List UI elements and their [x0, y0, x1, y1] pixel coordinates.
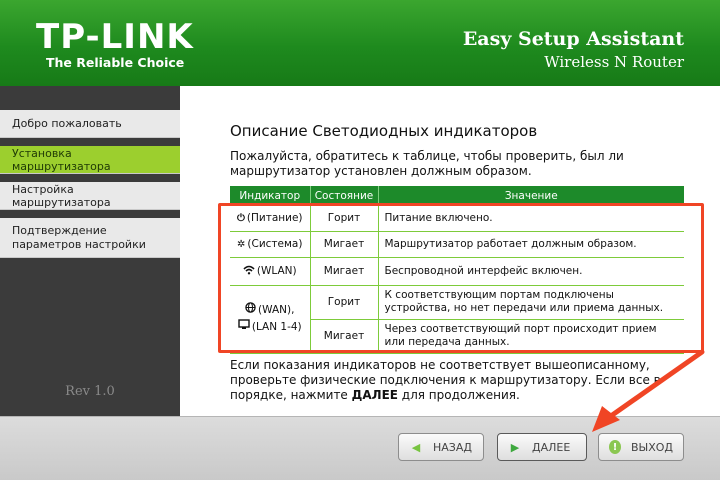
- power-icon: ⏻: [236, 212, 245, 224]
- wan-globe-icon: [245, 302, 256, 319]
- exit-icon: !: [609, 440, 621, 454]
- table-row: ⏻ (Питание) Горит Питание включено.: [230, 205, 684, 232]
- wan-label: (WAN),: [258, 304, 295, 316]
- outro-next-bold: ДАЛЕЕ: [351, 388, 398, 402]
- indicator-label: (Питание): [246, 212, 303, 224]
- sidebar-item-label: Добро пожаловать: [12, 117, 122, 130]
- sidebar: Добро пожаловать Установка маршрутизатор…: [0, 86, 180, 416]
- lan-label: (LAN 1-4): [251, 321, 302, 333]
- brand-tagline: The Reliable Choice: [46, 55, 185, 70]
- indicator-label: (Система): [247, 238, 303, 251]
- table-row: (WLAN) Мигает Беспроводной интерфейс вкл…: [230, 257, 684, 286]
- led-table: Индикатор Состояние Значение ⏻ (Питание)…: [230, 186, 684, 354]
- table-header-row: Индикатор Состояние Значение: [230, 186, 684, 205]
- sidebar-item-router-install[interactable]: Установка маршрутизатора: [0, 146, 180, 174]
- page-title: Описание Светодиодных индикаторов: [230, 122, 538, 140]
- table-row: ✲ (Система) Мигает Маршрутизатор работае…: [230, 231, 684, 258]
- intro-text: Пожалуйста, обратитесь к таблице, чтобы …: [230, 149, 624, 178]
- state-cell: Горит: [310, 285, 379, 320]
- meaning-cell: Питание включено.: [378, 205, 684, 232]
- meaning-cell: К соответствующим портам подключены устр…: [378, 285, 684, 320]
- sidebar-item-label: Подтверждение параметров настройки: [12, 223, 146, 251]
- sidebar-item-label: Настройка маршрутизатора: [12, 182, 111, 209]
- back-arrow-icon: ◀: [411, 440, 421, 454]
- outro-suffix: для продолжения.: [397, 388, 520, 402]
- lan-port-icon: [238, 319, 250, 336]
- state-cell: Мигает: [310, 231, 379, 258]
- exit-button[interactable]: ! ВЫХОД: [598, 433, 684, 461]
- sidebar-item-label: Установка маршрутизатора: [12, 146, 111, 173]
- outro-text: Если показания индикаторов не соответств…: [230, 358, 700, 403]
- next-button-label: ДАЛЕЕ: [532, 440, 571, 454]
- back-button-label: НАЗАД: [433, 440, 472, 454]
- main-content: Описание Светодиодных индикаторов Пожалу…: [180, 86, 720, 416]
- brand-logo: TP-LINK: [36, 17, 194, 57]
- version-label: Rev 1.0: [65, 384, 115, 399]
- state-cell: Горит: [310, 205, 379, 232]
- next-arrow-icon: ▶: [510, 440, 520, 454]
- footer-nav: ◀ НАЗАД ▶ ДАЛЕЕ ! ВЫХОД: [0, 416, 720, 480]
- wlan-icon: [243, 265, 255, 278]
- back-button[interactable]: ◀ НАЗАД: [398, 433, 484, 461]
- sidebar-item-router-setup[interactable]: Настройка маршрутизатора: [0, 182, 180, 210]
- meaning-cell: Беспроводной интерфейс включен.: [378, 257, 684, 286]
- next-button[interactable]: ▶ ДАЛЕЕ: [497, 433, 587, 461]
- sidebar-item-confirm-settings[interactable]: Подтверждение параметров настройки: [0, 218, 180, 258]
- meaning-cell: Маршрутизатор работает должным образом.: [378, 231, 684, 258]
- column-header-indicator: Индикатор: [230, 186, 311, 205]
- state-cell: Мигает: [310, 319, 379, 354]
- column-header-state: Состояние: [310, 186, 379, 205]
- system-gear-icon: ✲: [237, 238, 246, 250]
- indicator-label: (WLAN): [256, 265, 297, 277]
- exit-button-label: ВЫХОД: [630, 440, 673, 454]
- app-subtitle: Wireless N Router: [544, 53, 684, 71]
- sidebar-item-welcome[interactable]: Добро пожаловать: [0, 110, 180, 138]
- app-header: TP-LINK The Reliable Choice Easy Setup A…: [0, 0, 720, 86]
- meaning-cell: Через соответствующий порт происходит пр…: [378, 319, 684, 354]
- app-title: Easy Setup Assistant: [462, 28, 684, 50]
- state-cell: Мигает: [310, 257, 379, 286]
- table-row: (WAN), (LAN 1-4) Горит К соответствующим…: [230, 285, 684, 354]
- column-header-meaning: Значение: [378, 186, 684, 205]
